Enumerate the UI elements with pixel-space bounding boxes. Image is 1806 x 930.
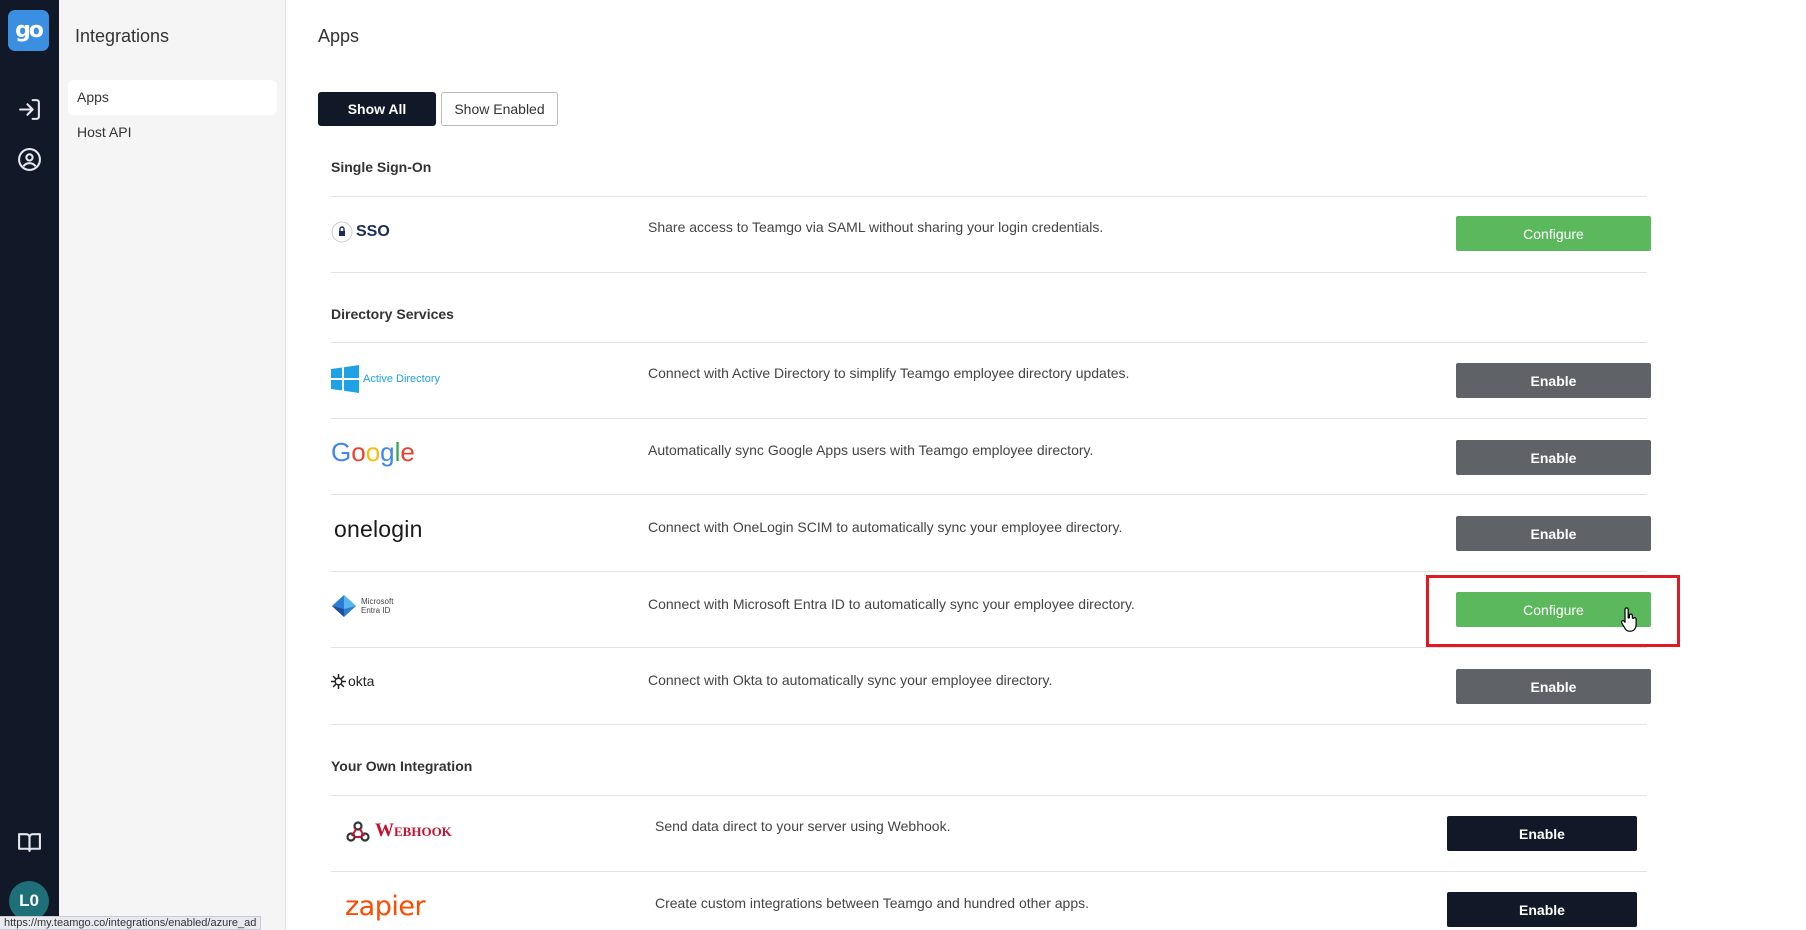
okta-enable-button[interactable]: Enable <box>1456 669 1651 704</box>
divider <box>331 342 1647 343</box>
webhook-icon <box>346 821 370 842</box>
sso-description: Share access to Teamgo via SAML without … <box>648 219 1104 235</box>
show-enabled-button[interactable]: Show Enabled <box>441 92 558 126</box>
avatar[interactable]: L0 <box>9 881 49 921</box>
zapier-enable-button[interactable]: Enable <box>1447 892 1637 927</box>
google-description: Automatically sync Google Apps users wit… <box>648 442 1094 458</box>
windows-logo-icon <box>331 365 359 393</box>
entra-diamond-icon <box>332 595 356 617</box>
login-icon[interactable] <box>17 97 42 122</box>
divider <box>331 647 1647 648</box>
entra-id-logo: Microsoft Entra ID <box>331 593 405 619</box>
divider <box>331 418 1647 419</box>
page-title: Apps <box>318 26 360 46</box>
sidebar-item-host-api[interactable]: Host API <box>68 115 277 150</box>
highlight-box <box>1426 575 1680 647</box>
status-bar-url: https://my.teamgo.co/integrations/enable… <box>0 916 262 930</box>
entra-id-description: Connect with Microsoft Entra ID to autom… <box>648 596 1135 612</box>
google-enable-button[interactable]: Enable <box>1456 440 1651 475</box>
google-logo: Google <box>331 437 415 467</box>
teamgo-logo[interactable]: go <box>8 10 49 51</box>
okta-logo-text: okta <box>348 673 375 689</box>
divider <box>331 272 1647 273</box>
active-directory-description: Connect with Active Directory to simplif… <box>648 365 1130 381</box>
webhook-logo-text: Webhook <box>375 820 452 841</box>
sso-logo: SSO <box>331 219 390 244</box>
okta-sunburst-icon <box>331 673 346 689</box>
integrations-sidebar: Integrations Apps Host API <box>59 0 286 930</box>
book-icon[interactable] <box>17 830 42 855</box>
onelogin-description: Connect with OneLogin SCIM to automatica… <box>648 519 1123 535</box>
sso-configure-button[interactable]: Configure <box>1456 216 1651 251</box>
section-title-your-own-integration: Your Own Integration <box>331 758 473 774</box>
active-directory-logo: Active Directory <box>331 365 440 393</box>
main-content: Apps Show All Show Enabled Single Sign-O… <box>286 0 1806 930</box>
user-circle-icon[interactable] <box>17 147 42 172</box>
sidebar-item-apps[interactable]: Apps <box>68 80 277 115</box>
active-directory-enable-button[interactable]: Enable <box>1456 363 1651 398</box>
divider <box>331 871 1647 872</box>
okta-description: Connect with Okta to automatically sync … <box>648 672 1053 688</box>
section-title-sso: Single Sign-On <box>331 159 432 175</box>
onelogin-logo: onelogin <box>334 514 423 544</box>
onelogin-enable-button[interactable]: Enable <box>1456 516 1651 551</box>
webhook-enable-button[interactable]: Enable <box>1447 816 1637 851</box>
divider <box>331 795 1647 796</box>
app-rail: go L0 <box>0 0 59 930</box>
divider <box>331 571 1647 572</box>
onelogin-logo-text: onelogin <box>334 515 423 542</box>
entra-id-logo-text: Microsoft Entra ID <box>361 597 394 615</box>
section-title-directory-services: Directory Services <box>331 306 454 322</box>
divider <box>331 724 1647 725</box>
sso-lock-icon <box>331 221 353 242</box>
zapier-description: Create custom integrations between Teamg… <box>655 895 1090 911</box>
okta-logo: okta <box>331 672 374 690</box>
zapier-logo-text: zapier <box>345 890 426 922</box>
webhook-description: Send data direct to your server using We… <box>655 818 951 834</box>
divider <box>331 196 1647 197</box>
hand-cursor-icon <box>1620 607 1637 632</box>
active-directory-logo-text: Active Directory <box>363 373 441 385</box>
sso-logo-text: SSO <box>356 222 390 240</box>
sidebar-title: Integrations <box>75 26 170 46</box>
divider <box>331 494 1647 495</box>
show-all-button[interactable]: Show All <box>318 92 436 126</box>
google-logo-text: Google <box>331 436 415 467</box>
webhook-logo: Webhook <box>346 818 452 844</box>
zapier-logo: zapier <box>345 888 426 924</box>
